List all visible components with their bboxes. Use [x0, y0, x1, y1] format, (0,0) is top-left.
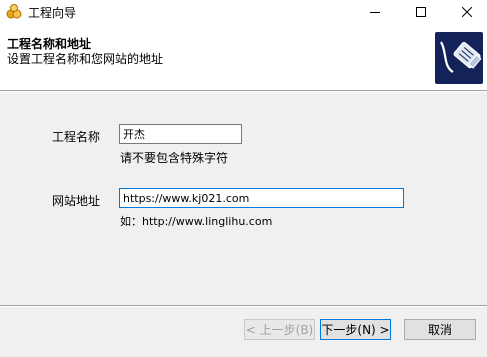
- maximize-icon: [416, 7, 426, 17]
- network-cable-plug-icon: [435, 32, 483, 84]
- window-title: 工程向导: [28, 6, 77, 20]
- close-button[interactable]: [444, 0, 487, 24]
- maximize-button[interactable]: [398, 0, 444, 24]
- site-url-label: 网站地址: [52, 194, 101, 208]
- project-name-input[interactable]: [119, 124, 242, 144]
- title-bar: 工程向导: [0, 0, 487, 24]
- minimize-button[interactable]: [352, 0, 398, 24]
- wizard-header: 工程名称和地址 设置工程名称和您网站的地址: [0, 24, 487, 90]
- header-subtitle: 设置工程名称和您网站的地址: [7, 52, 164, 66]
- app-icon: [6, 4, 22, 20]
- close-icon: [462, 7, 472, 17]
- back-button[interactable]: < 上一步(B): [244, 319, 315, 340]
- minimize-icon: [370, 12, 380, 13]
- site-url-hint: 如：http://www.linglihu.com: [120, 215, 273, 228]
- site-url-input[interactable]: [119, 188, 404, 208]
- footer-divider: [0, 305, 487, 307]
- project-name-hint: 请不要包含特殊字符: [120, 151, 229, 165]
- project-name-label: 工程名称: [52, 130, 101, 144]
- next-button[interactable]: 下一步(N) >: [320, 319, 391, 340]
- cancel-button[interactable]: 取消: [404, 319, 476, 340]
- header-divider: [0, 90, 487, 92]
